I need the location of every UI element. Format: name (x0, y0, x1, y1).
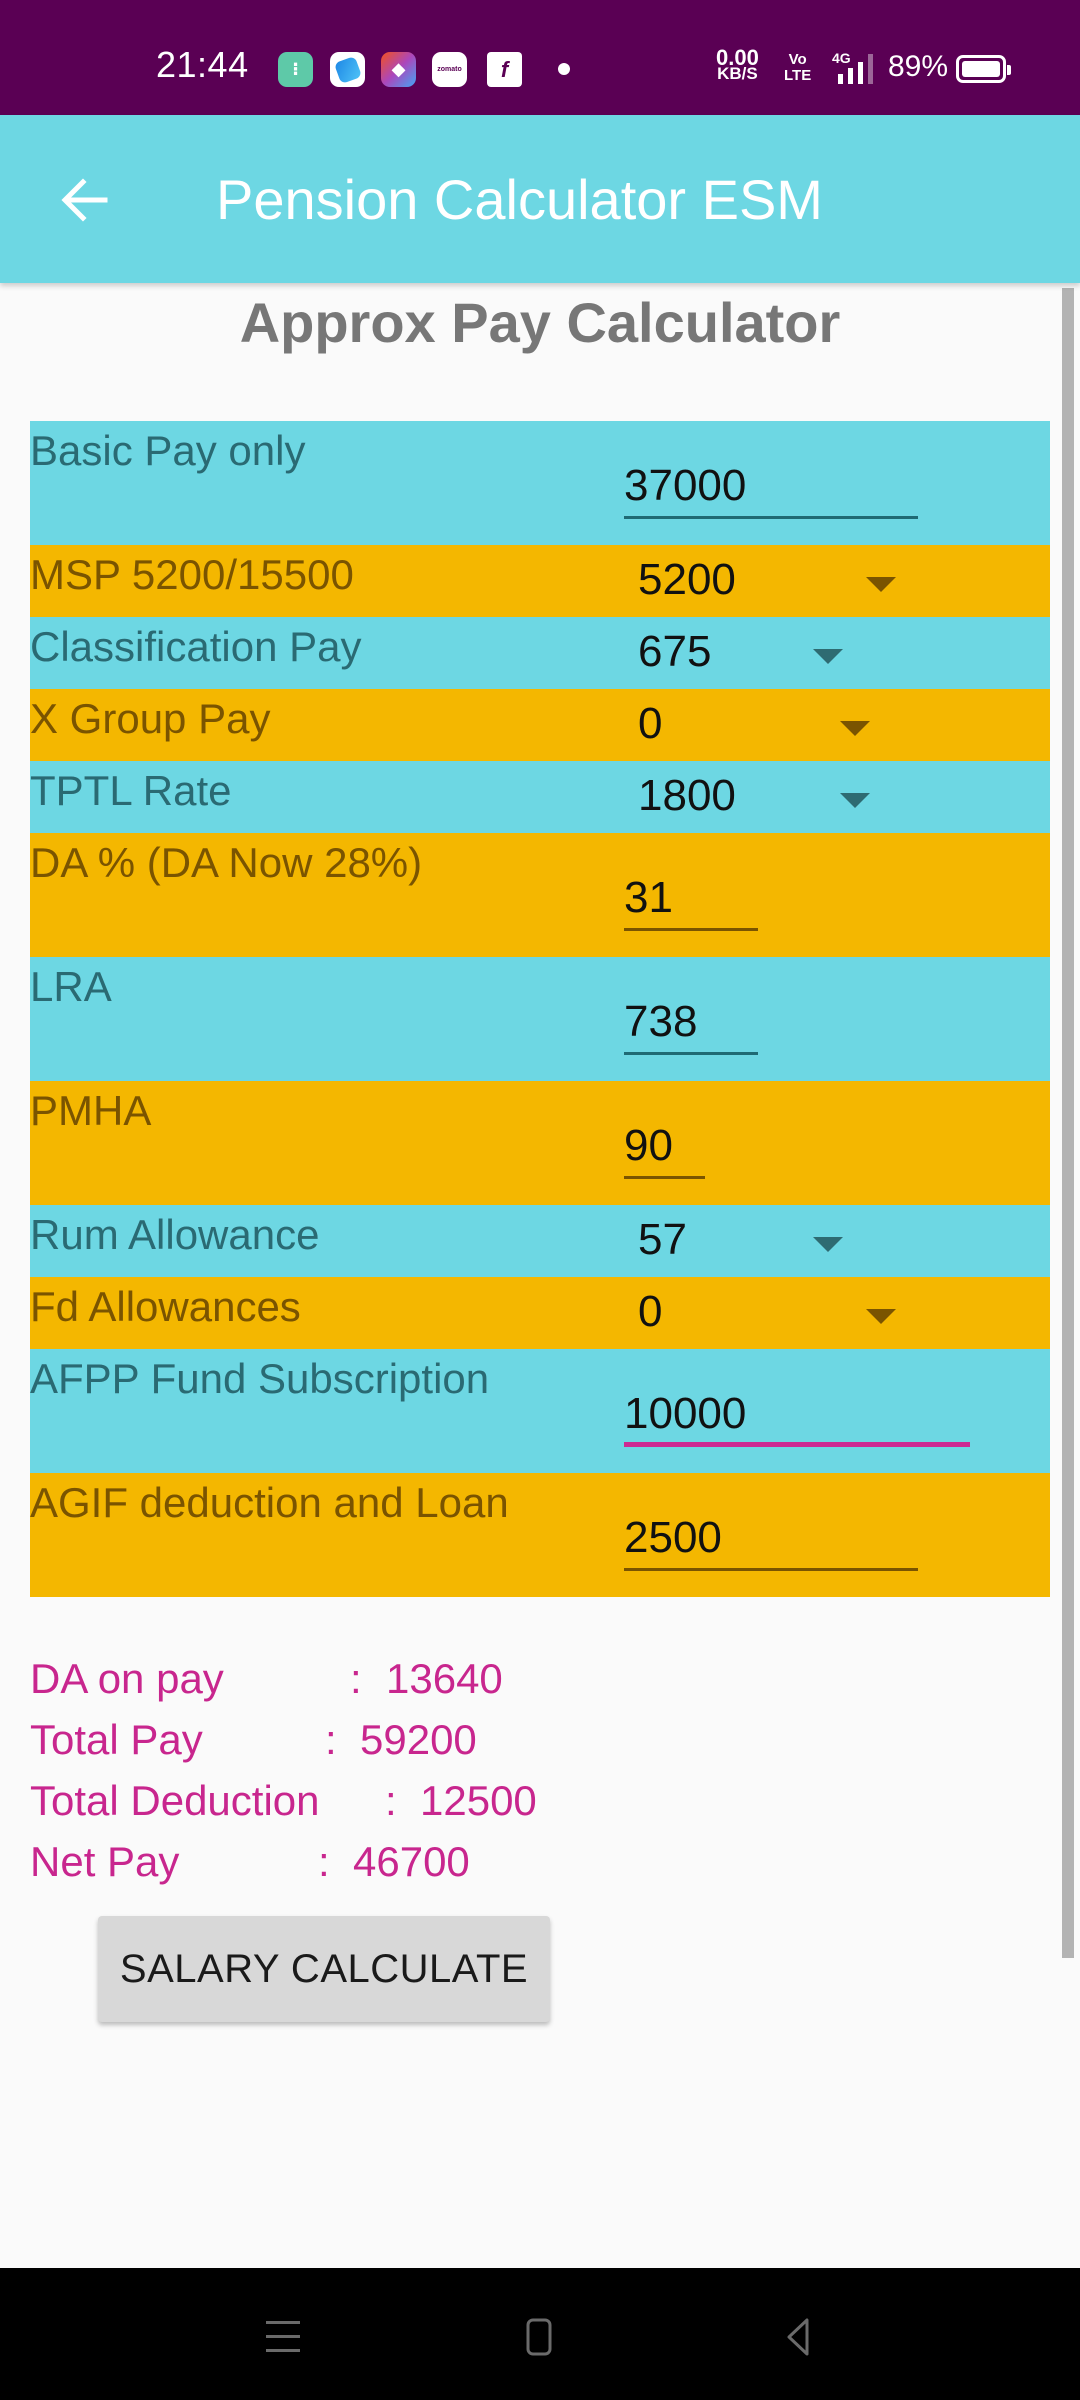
status-bar: 21:44 ⁝ ◆ zomato f 0.00 KB/S Vo LTE 4G 8… (0, 0, 1080, 115)
form-row-x-group-pay: X Group Pay 0 (30, 689, 1050, 761)
app-notification-icon: ⁝ (278, 52, 313, 87)
dropdown-arrow-icon (813, 1237, 843, 1252)
result-value: 59200 (360, 1716, 477, 1763)
battery-percent: 89% (888, 50, 949, 83)
form-row-rum-allowance: Rum Allowance 57 (30, 1205, 1050, 1277)
recents-button[interactable] (248, 2302, 318, 2372)
more-notifications-dot-icon (558, 63, 570, 75)
fd-allowances-dropdown[interactable]: 0 (638, 1287, 918, 1343)
msp-dropdown[interactable]: 5200 (638, 555, 918, 611)
field-label: MSP 5200/15500 (30, 551, 354, 598)
pay-form: Basic Pay only 37000 MSP 5200/15500 5200… (30, 421, 1050, 1597)
rum-allowance-dropdown[interactable]: 57 (638, 1215, 858, 1271)
classification-pay-dropdown[interactable]: 675 (638, 627, 858, 683)
form-row-fd-allowances: Fd Allowances 0 (30, 1277, 1050, 1349)
signal-strength-icon: 4G (826, 50, 876, 86)
pmha-input[interactable]: 90 (624, 1113, 705, 1179)
field-label: Rum Allowance (30, 1211, 320, 1258)
home-button[interactable] (504, 2302, 574, 2372)
back-button[interactable] (50, 165, 120, 235)
form-row-agif-deduction: AGIF deduction and Loan 2500 (30, 1473, 1050, 1597)
result-value: 12500 (420, 1777, 537, 1824)
result-value: 46700 (353, 1838, 470, 1885)
zomato-icon: zomato (432, 52, 467, 87)
afpp-fund-input[interactable]: 10000 (624, 1381, 970, 1447)
tptl-rate-dropdown[interactable]: 1800 (638, 771, 888, 827)
form-row-da-percent: DA % (DA Now 28%) 31 (30, 833, 1050, 957)
network-speed: 0.00 KB/S (716, 45, 759, 83)
form-row-pmha: PMHA 90 (30, 1081, 1050, 1205)
nav-back-button[interactable] (762, 2302, 832, 2372)
dropdown-arrow-icon (840, 721, 870, 736)
x-group-pay-dropdown[interactable]: 0 (638, 699, 888, 755)
home-icon (526, 2318, 552, 2356)
form-row-lra: LRA 738 (30, 957, 1050, 1081)
dropdown-arrow-icon (866, 1309, 896, 1324)
form-row-basic-pay: Basic Pay only 37000 (30, 421, 1050, 545)
battery-icon (956, 55, 1011, 83)
field-label: TPTL Rate (30, 767, 232, 814)
app-notification-icon (330, 52, 365, 87)
da-percent-input[interactable]: 31 (624, 865, 758, 931)
field-label: X Group Pay (30, 695, 271, 742)
app-title: Pension Calculator ESM (216, 168, 823, 231)
volte-icon: Vo LTE (784, 51, 812, 84)
form-row-tptl-rate: TPTL Rate 1800 (30, 761, 1050, 833)
field-label: AFPP Fund Subscription (30, 1355, 490, 1402)
agif-deduction-input[interactable]: 2500 (624, 1505, 918, 1571)
arrow-left-icon (61, 178, 108, 222)
form-row-classification-pay: Classification Pay 675 (30, 617, 1050, 689)
recents-icon (266, 2321, 300, 2352)
field-label: AGIF deduction and Loan (30, 1479, 509, 1526)
system-nav-bar (0, 2268, 1080, 2400)
field-label: PMHA (30, 1087, 152, 1134)
lra-input[interactable]: 738 (624, 989, 758, 1055)
flipkart-icon: f (487, 52, 522, 87)
dropdown-arrow-icon (813, 649, 843, 664)
status-time: 21:44 (156, 44, 249, 85)
field-label: LRA (30, 963, 112, 1010)
field-label: DA % (DA Now 28%) (30, 839, 423, 886)
scrollbar[interactable] (1062, 288, 1074, 1958)
salary-calculate-button[interactable]: SALARY CALCULATE (98, 1916, 550, 2022)
result-value: 13640 (386, 1655, 503, 1702)
app-bar: Pension Calculator ESM (0, 115, 1080, 283)
field-label: Basic Pay only (30, 427, 306, 474)
dropdown-arrow-icon (840, 793, 870, 808)
form-row-afpp-fund: AFPP Fund Subscription 10000 (30, 1349, 1050, 1473)
app-notification-icon: ◆ (381, 52, 416, 87)
field-label: Classification Pay (30, 623, 362, 670)
field-label: Fd Allowances (30, 1283, 301, 1330)
form-row-msp: MSP 5200/15500 5200 (30, 545, 1050, 617)
basic-pay-input[interactable]: 37000 (624, 453, 918, 519)
page-heading: Approx Pay Calculator (239, 291, 841, 354)
back-icon (787, 2318, 809, 2356)
dropdown-arrow-icon (866, 577, 896, 592)
